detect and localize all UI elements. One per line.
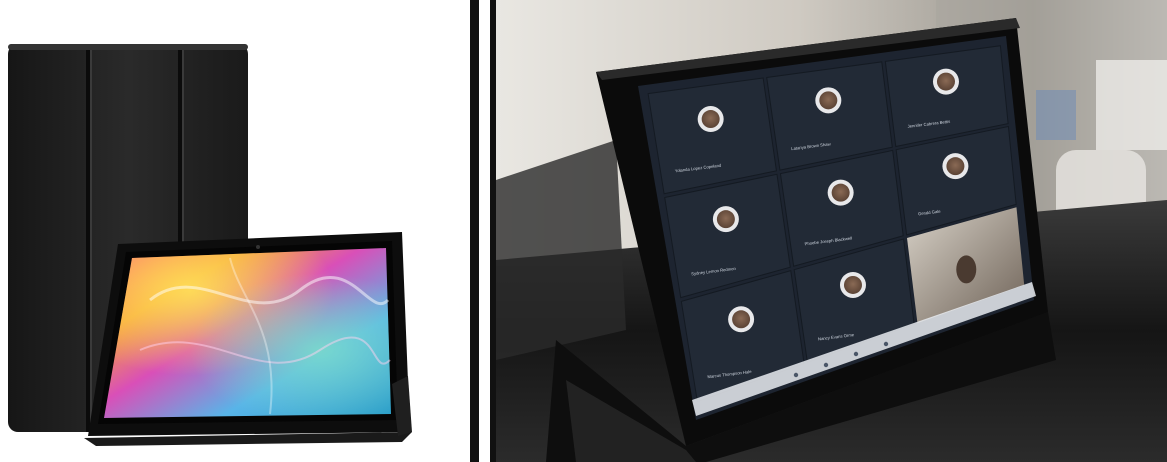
right-video-call-photo: Yolanda Lopez Copeland Latanya Brown Shaw… [496,0,1167,462]
toolbar-mic-icon[interactable] [793,372,799,378]
toolbar-more-icon[interactable] [883,341,889,347]
avatar-photo [831,183,850,202]
avatar-photo [819,91,838,110]
avatar-photo [732,310,751,329]
tablet-device [84,232,412,446]
avatar-photo [701,110,720,129]
toolbar-camera-icon[interactable] [823,362,829,368]
avatar-photo [716,210,735,229]
panel-divider [470,0,496,462]
left-product-photo [0,0,470,462]
avatar-photo [936,72,955,91]
tablet-case-illustration [8,44,412,446]
video-person [956,255,977,284]
avatar-photo [843,275,862,294]
divider-bar-left [470,0,479,462]
toolbar-share-icon[interactable] [853,351,859,357]
video-call-scene: Yolanda Lopez CopelandLatanya Brown Shaw… [496,0,1167,462]
avatar-photo [946,157,965,176]
